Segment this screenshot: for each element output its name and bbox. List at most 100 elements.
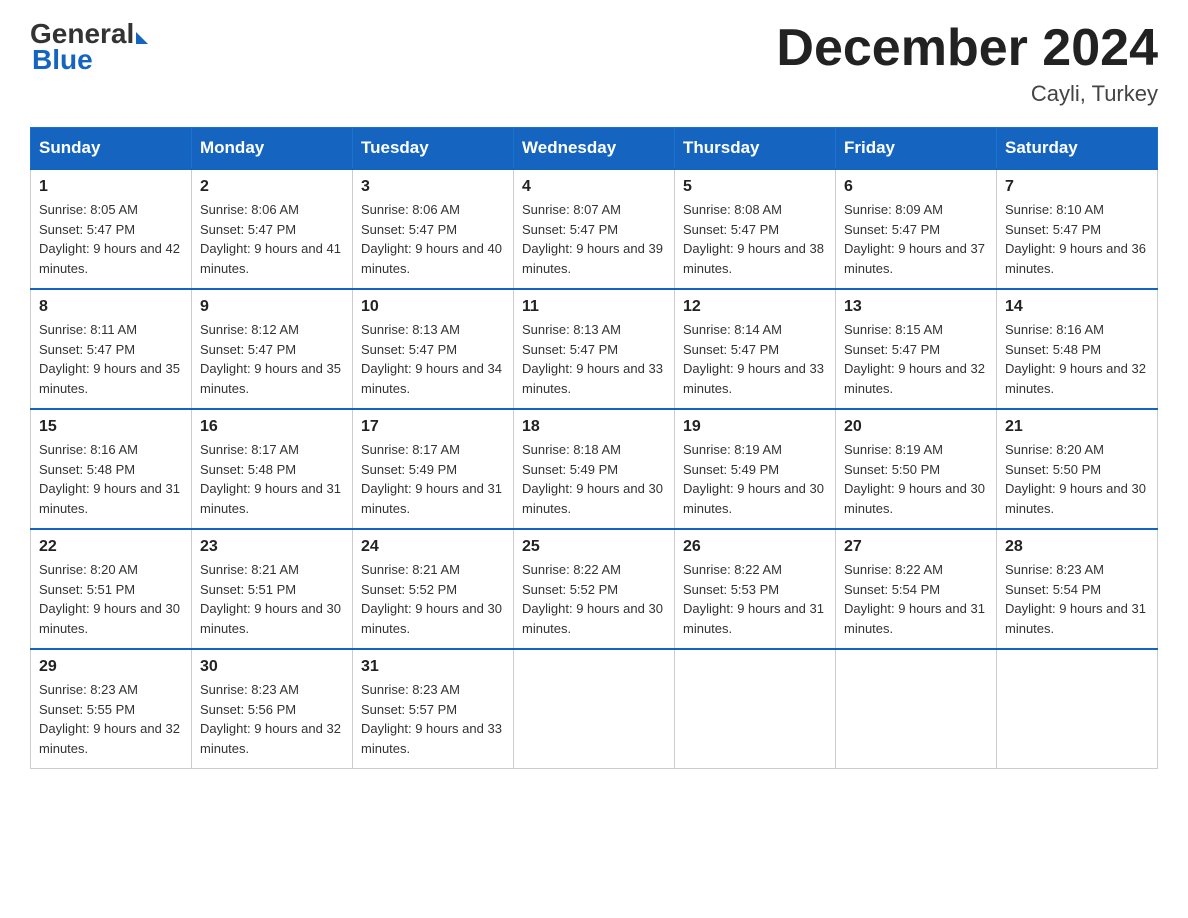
daylight-duration: Daylight: 9 hours and 30 minutes. xyxy=(361,601,502,636)
day-info: Sunrise: 8:16 AM Sunset: 5:48 PM Dayligh… xyxy=(1005,320,1149,398)
day-info: Sunrise: 8:23 AM Sunset: 5:54 PM Dayligh… xyxy=(1005,560,1149,638)
sunset-time: Sunset: 5:53 PM xyxy=(683,582,779,597)
day-info: Sunrise: 8:20 AM Sunset: 5:50 PM Dayligh… xyxy=(1005,440,1149,518)
calendar-cell: 11 Sunrise: 8:13 AM Sunset: 5:47 PM Dayl… xyxy=(514,289,675,409)
calendar-cell: 6 Sunrise: 8:09 AM Sunset: 5:47 PM Dayli… xyxy=(836,169,997,289)
day-info: Sunrise: 8:21 AM Sunset: 5:51 PM Dayligh… xyxy=(200,560,344,638)
sunrise-time: Sunrise: 8:06 AM xyxy=(200,202,299,217)
sunrise-time: Sunrise: 8:12 AM xyxy=(200,322,299,337)
day-info: Sunrise: 8:23 AM Sunset: 5:55 PM Dayligh… xyxy=(39,680,183,758)
sunrise-time: Sunrise: 8:21 AM xyxy=(361,562,460,577)
sunrise-time: Sunrise: 8:16 AM xyxy=(39,442,138,457)
day-info: Sunrise: 8:07 AM Sunset: 5:47 PM Dayligh… xyxy=(522,200,666,278)
day-info: Sunrise: 8:13 AM Sunset: 5:47 PM Dayligh… xyxy=(361,320,505,398)
day-number: 18 xyxy=(522,418,666,436)
calendar-cell: 17 Sunrise: 8:17 AM Sunset: 5:49 PM Dayl… xyxy=(353,409,514,529)
sunrise-time: Sunrise: 8:14 AM xyxy=(683,322,782,337)
day-info: Sunrise: 8:19 AM Sunset: 5:50 PM Dayligh… xyxy=(844,440,988,518)
daylight-duration: Daylight: 9 hours and 38 minutes. xyxy=(683,241,824,276)
sunset-time: Sunset: 5:52 PM xyxy=(361,582,457,597)
day-number: 28 xyxy=(1005,538,1149,556)
daylight-duration: Daylight: 9 hours and 33 minutes. xyxy=(683,361,824,396)
sunrise-time: Sunrise: 8:22 AM xyxy=(844,562,943,577)
day-number: 16 xyxy=(200,418,344,436)
day-info: Sunrise: 8:05 AM Sunset: 5:47 PM Dayligh… xyxy=(39,200,183,278)
day-info: Sunrise: 8:16 AM Sunset: 5:48 PM Dayligh… xyxy=(39,440,183,518)
day-number: 4 xyxy=(522,178,666,196)
sunrise-time: Sunrise: 8:18 AM xyxy=(522,442,621,457)
title-section: December 2024 Cayli, Turkey xyxy=(776,20,1158,107)
day-number: 13 xyxy=(844,298,988,316)
day-number: 24 xyxy=(361,538,505,556)
calendar-cell: 3 Sunrise: 8:06 AM Sunset: 5:47 PM Dayli… xyxy=(353,169,514,289)
month-title: December 2024 xyxy=(776,20,1158,77)
daylight-duration: Daylight: 9 hours and 30 minutes. xyxy=(200,601,341,636)
day-info: Sunrise: 8:17 AM Sunset: 5:49 PM Dayligh… xyxy=(361,440,505,518)
daylight-duration: Daylight: 9 hours and 30 minutes. xyxy=(683,481,824,516)
calendar-table: Sunday Monday Tuesday Wednesday Thursday… xyxy=(30,127,1158,769)
calendar-cell: 15 Sunrise: 8:16 AM Sunset: 5:48 PM Dayl… xyxy=(31,409,192,529)
daylight-duration: Daylight: 9 hours and 30 minutes. xyxy=(522,601,663,636)
sunrise-time: Sunrise: 8:13 AM xyxy=(361,322,460,337)
logo-blue-text: Blue xyxy=(32,44,93,76)
day-number: 17 xyxy=(361,418,505,436)
daylight-duration: Daylight: 9 hours and 32 minutes. xyxy=(844,361,985,396)
sunrise-time: Sunrise: 8:13 AM xyxy=(522,322,621,337)
col-wednesday: Wednesday xyxy=(514,128,675,170)
sunrise-time: Sunrise: 8:08 AM xyxy=(683,202,782,217)
sunset-time: Sunset: 5:47 PM xyxy=(844,222,940,237)
sunrise-time: Sunrise: 8:09 AM xyxy=(844,202,943,217)
sunrise-time: Sunrise: 8:23 AM xyxy=(200,682,299,697)
sunset-time: Sunset: 5:47 PM xyxy=(1005,222,1101,237)
sunset-time: Sunset: 5:49 PM xyxy=(683,462,779,477)
day-info: Sunrise: 8:06 AM Sunset: 5:47 PM Dayligh… xyxy=(200,200,344,278)
sunset-time: Sunset: 5:48 PM xyxy=(1005,342,1101,357)
day-info: Sunrise: 8:19 AM Sunset: 5:49 PM Dayligh… xyxy=(683,440,827,518)
sunrise-time: Sunrise: 8:05 AM xyxy=(39,202,138,217)
calendar-cell: 10 Sunrise: 8:13 AM Sunset: 5:47 PM Dayl… xyxy=(353,289,514,409)
day-number: 7 xyxy=(1005,178,1149,196)
sunrise-time: Sunrise: 8:16 AM xyxy=(1005,322,1104,337)
day-info: Sunrise: 8:11 AM Sunset: 5:47 PM Dayligh… xyxy=(39,320,183,398)
day-number: 12 xyxy=(683,298,827,316)
day-info: Sunrise: 8:22 AM Sunset: 5:53 PM Dayligh… xyxy=(683,560,827,638)
daylight-duration: Daylight: 9 hours and 35 minutes. xyxy=(39,361,180,396)
day-number: 21 xyxy=(1005,418,1149,436)
calendar-week-row-3: 15 Sunrise: 8:16 AM Sunset: 5:48 PM Dayl… xyxy=(31,409,1158,529)
sunset-time: Sunset: 5:47 PM xyxy=(683,342,779,357)
calendar-cell: 24 Sunrise: 8:21 AM Sunset: 5:52 PM Dayl… xyxy=(353,529,514,649)
calendar-week-row-1: 1 Sunrise: 8:05 AM Sunset: 5:47 PM Dayli… xyxy=(31,169,1158,289)
calendar-cell: 19 Sunrise: 8:19 AM Sunset: 5:49 PM Dayl… xyxy=(675,409,836,529)
day-number: 27 xyxy=(844,538,988,556)
sunset-time: Sunset: 5:47 PM xyxy=(522,342,618,357)
day-number: 22 xyxy=(39,538,183,556)
sunrise-time: Sunrise: 8:22 AM xyxy=(522,562,621,577)
sunrise-time: Sunrise: 8:23 AM xyxy=(1005,562,1104,577)
daylight-duration: Daylight: 9 hours and 39 minutes. xyxy=(522,241,663,276)
daylight-duration: Daylight: 9 hours and 31 minutes. xyxy=(844,601,985,636)
calendar-cell: 25 Sunrise: 8:22 AM Sunset: 5:52 PM Dayl… xyxy=(514,529,675,649)
sunrise-time: Sunrise: 8:10 AM xyxy=(1005,202,1104,217)
sunrise-time: Sunrise: 8:17 AM xyxy=(361,442,460,457)
day-info: Sunrise: 8:10 AM Sunset: 5:47 PM Dayligh… xyxy=(1005,200,1149,278)
sunset-time: Sunset: 5:48 PM xyxy=(39,462,135,477)
location: Cayli, Turkey xyxy=(776,81,1158,107)
sunset-time: Sunset: 5:47 PM xyxy=(683,222,779,237)
sunrise-time: Sunrise: 8:07 AM xyxy=(522,202,621,217)
sunset-time: Sunset: 5:55 PM xyxy=(39,702,135,717)
daylight-duration: Daylight: 9 hours and 32 minutes. xyxy=(200,721,341,756)
sunrise-time: Sunrise: 8:23 AM xyxy=(39,682,138,697)
sunrise-time: Sunrise: 8:21 AM xyxy=(200,562,299,577)
calendar-cell: 27 Sunrise: 8:22 AM Sunset: 5:54 PM Dayl… xyxy=(836,529,997,649)
sunrise-time: Sunrise: 8:11 AM xyxy=(39,322,137,337)
col-tuesday: Tuesday xyxy=(353,128,514,170)
day-number: 8 xyxy=(39,298,183,316)
daylight-duration: Daylight: 9 hours and 32 minutes. xyxy=(1005,361,1146,396)
day-info: Sunrise: 8:14 AM Sunset: 5:47 PM Dayligh… xyxy=(683,320,827,398)
day-number: 23 xyxy=(200,538,344,556)
sunrise-time: Sunrise: 8:19 AM xyxy=(683,442,782,457)
day-number: 11 xyxy=(522,298,666,316)
day-number: 14 xyxy=(1005,298,1149,316)
calendar-cell: 14 Sunrise: 8:16 AM Sunset: 5:48 PM Dayl… xyxy=(997,289,1158,409)
sunrise-time: Sunrise: 8:23 AM xyxy=(361,682,460,697)
